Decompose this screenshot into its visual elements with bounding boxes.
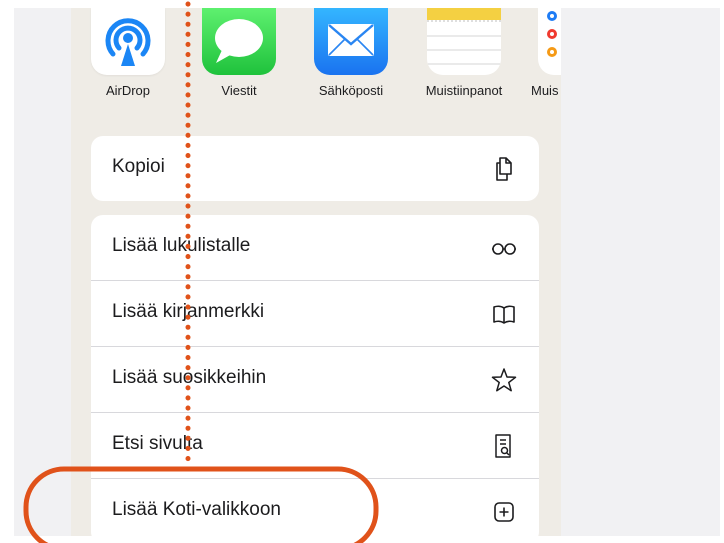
copy-action[interactable]: Kopioi (91, 136, 539, 201)
screenshot-frame: AirDrop Viestit Sähköposti Muistiinpanot… (14, 8, 720, 536)
airdrop-icon (91, 8, 165, 75)
share-sheet: AirDrop Viestit Sähköposti Muistiinpanot… (71, 8, 561, 536)
action-add-favorites[interactable]: Lisää suosikkeihin (91, 347, 539, 413)
messages-icon (202, 8, 276, 75)
action-label: Lisää Koti-valikkoon (112, 499, 281, 520)
action-label: Etsi sivulta (112, 433, 203, 454)
actions-card: Lisää lukulistalle Lisää kirjanmerkki Li… (91, 215, 539, 536)
find-in-page-icon (491, 433, 517, 459)
add-square-icon (491, 499, 517, 525)
app-label: AirDrop (105, 83, 151, 98)
book-icon (491, 301, 517, 327)
app-label: Muistiinpanot (425, 83, 503, 98)
action-add-reading-list[interactable]: Lisää lukulistalle (91, 215, 539, 281)
action-label: Lisää suosikkeihin (112, 367, 267, 388)
star-icon (491, 367, 517, 393)
action-label: Lisää lukulistalle (112, 235, 251, 256)
action-label: Lisää kirjanmerkki (112, 301, 265, 322)
app-label: Sähköposti (318, 83, 384, 98)
reminders-icon (538, 8, 561, 75)
notes-icon (427, 8, 501, 75)
action-label: Kopioi (112, 156, 165, 177)
copy-card: Kopioi (91, 136, 539, 201)
glasses-icon (491, 235, 517, 261)
action-find-on-page[interactable]: Etsi sivulta (91, 413, 539, 479)
action-add-to-home-screen[interactable]: Lisää Koti-valikkoon (91, 479, 539, 536)
action-add-bookmark[interactable]: Lisää kirjanmerkki (91, 281, 539, 347)
copy-icon (491, 156, 517, 182)
app-label: Viestit (221, 83, 257, 98)
app-label: Muis (531, 83, 559, 98)
mail-icon (314, 8, 388, 75)
